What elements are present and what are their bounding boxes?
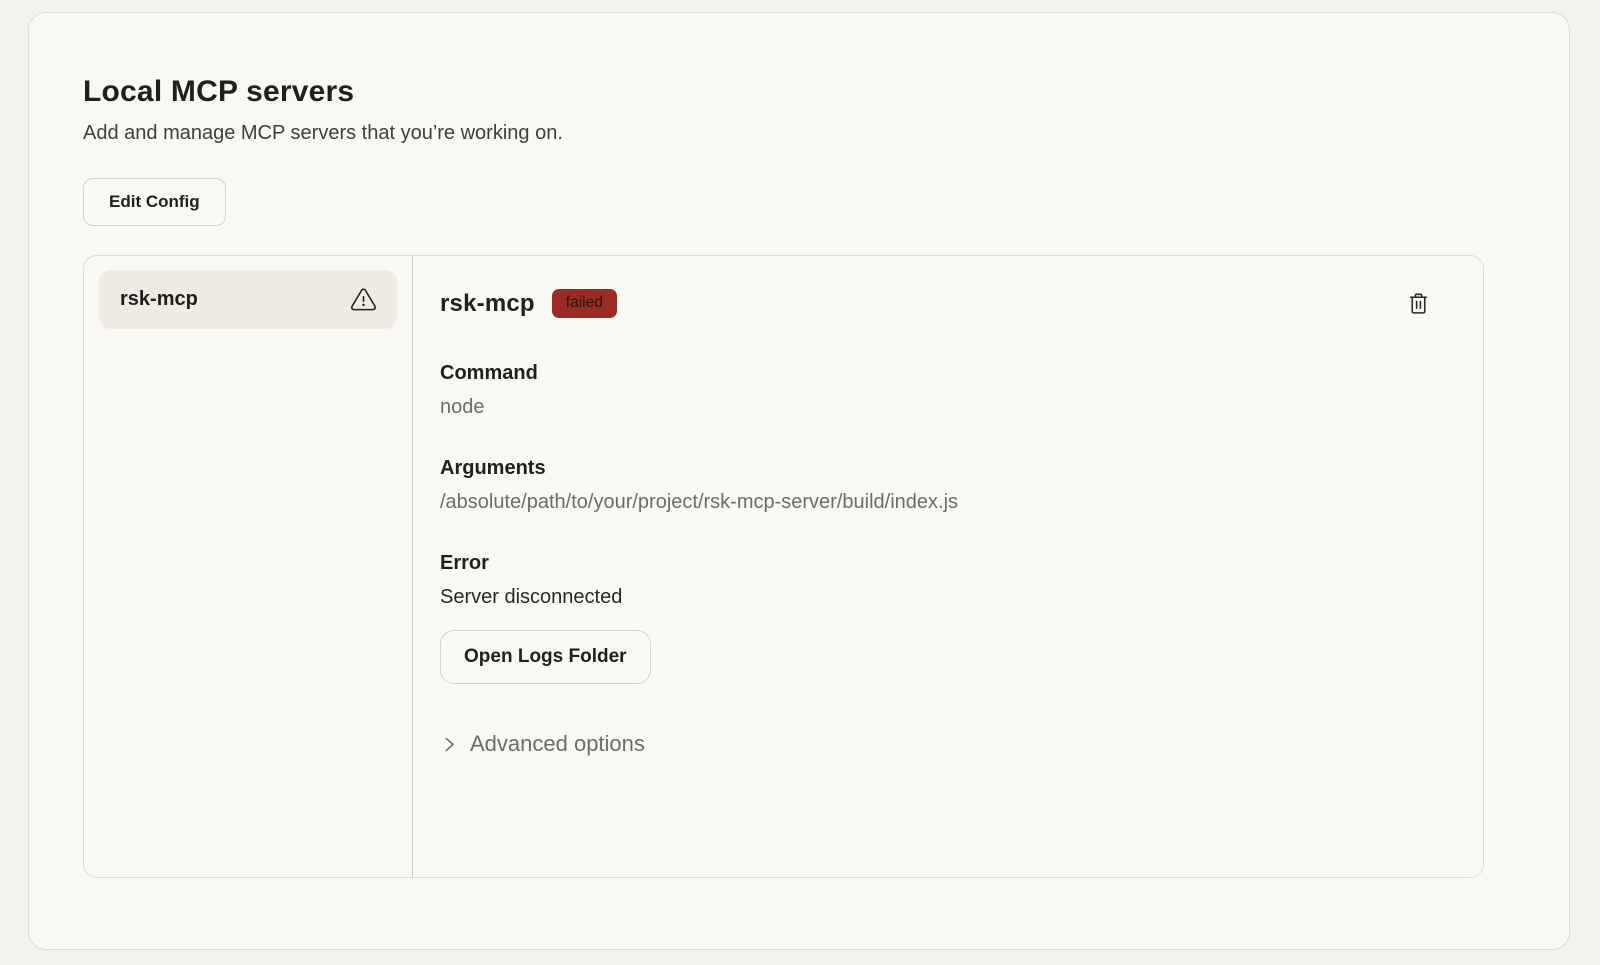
arguments-value: /absolute/path/to/your/project/rsk-mcp-s…	[440, 491, 1433, 514]
command-label: Command	[440, 362, 1433, 385]
server-list-item-rsk-mcp[interactable]: rsk-mcp	[99, 270, 397, 329]
server-detail: rsk-mcp failed Command	[413, 256, 1483, 877]
edit-config-button[interactable]: Edit Config	[83, 178, 226, 226]
advanced-options-toggle[interactable]: Advanced options	[440, 731, 1433, 757]
command-value: node	[440, 396, 1433, 419]
open-logs-folder-button[interactable]: Open Logs Folder	[440, 630, 651, 684]
command-field: Command node	[440, 362, 1433, 419]
server-list: rsk-mcp	[84, 256, 413, 877]
page-title: Local MCP servers	[83, 75, 1483, 109]
arguments-field: Arguments /absolute/path/to/your/project…	[440, 457, 1433, 514]
server-panel: rsk-mcp rsk-mcp failed	[83, 255, 1484, 878]
status-badge: failed	[552, 289, 617, 318]
server-list-item-name: rsk-mcp	[120, 288, 198, 311]
arguments-label: Arguments	[440, 457, 1433, 480]
chevron-right-icon	[440, 735, 459, 754]
error-field: Error Server disconnected	[440, 552, 1433, 609]
page-subtitle: Add and manage MCP servers that you’re w…	[83, 122, 1483, 145]
error-value: Server disconnected	[440, 586, 1433, 609]
local-mcp-servers-card: Local MCP servers Add and manage MCP ser…	[28, 12, 1570, 950]
advanced-options-label: Advanced options	[470, 731, 645, 757]
trash-icon	[1406, 291, 1431, 316]
error-label: Error	[440, 552, 1433, 575]
alert-triangle-icon	[350, 286, 377, 313]
delete-server-button[interactable]	[1404, 289, 1433, 318]
server-detail-header: rsk-mcp failed	[440, 289, 1433, 318]
server-detail-title: rsk-mcp	[440, 290, 535, 318]
